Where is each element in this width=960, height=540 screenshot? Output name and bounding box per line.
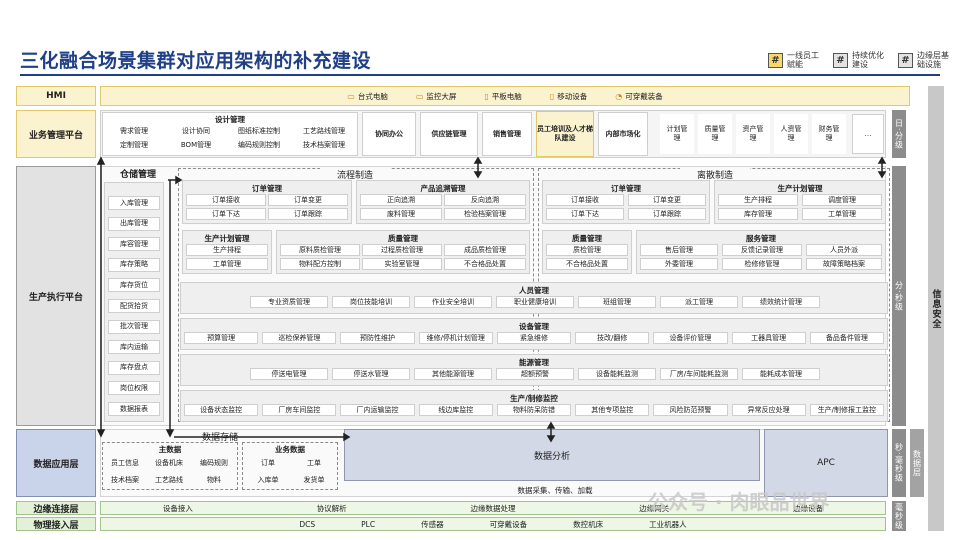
phys-item: 工业机器人 — [649, 519, 687, 529]
edge-item: 协议解析 — [316, 503, 347, 513]
phys-item: DCS — [299, 519, 316, 529]
arrow-head-up — [96, 156, 106, 165]
phys-item: 可穿戴设备 — [489, 519, 528, 529]
arrows-layer — [96, 156, 887, 443]
phys-item: 传感器 — [421, 519, 444, 529]
edge-item: 设备接入 — [162, 503, 193, 513]
arrow-head-down — [96, 429, 106, 438]
phys-item: 数控机床 — [573, 519, 604, 529]
phys-bar: DCS PLC 传感器 可穿戴设备 数控机床 工业机器人 — [100, 517, 886, 531]
phys-item: PLC — [361, 519, 376, 529]
watermark: 公众号 · 肉眼品世界 — [648, 490, 830, 514]
edge-item: 边缘数据处理 — [470, 503, 516, 513]
